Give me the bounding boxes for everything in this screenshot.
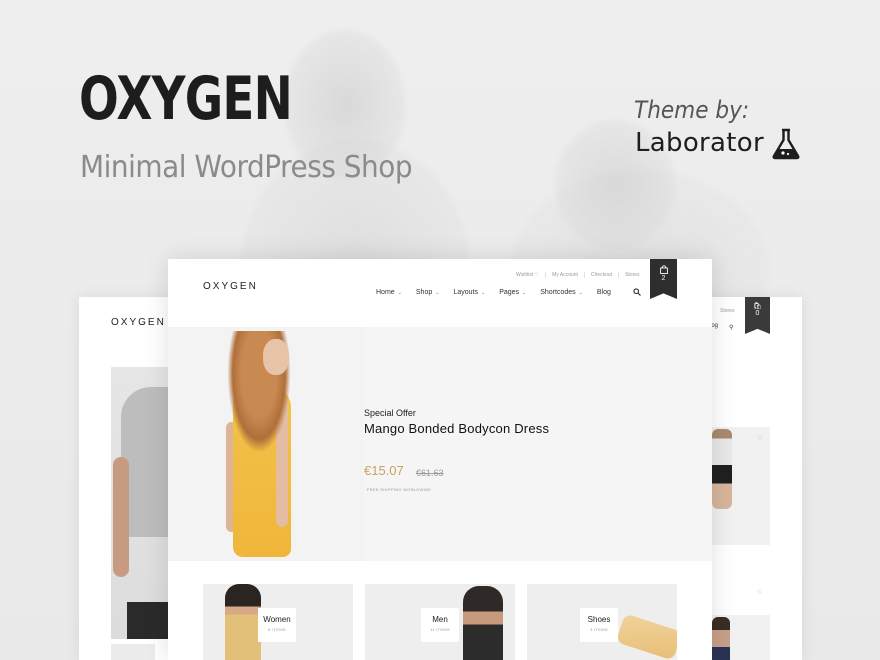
category-count: 8 ITEMS: [268, 627, 286, 632]
category-label: Men 11 ITEMS: [421, 608, 459, 642]
category-photo: [615, 613, 677, 660]
category-label: Shoes 3 ITEMS: [580, 608, 618, 642]
category-count: 11 ITEMS: [430, 627, 450, 632]
chevron-down-icon: ⌄: [480, 290, 486, 296]
hero-photo: [168, 327, 363, 561]
category-name: Women: [263, 615, 291, 624]
nav-label: Pages: [499, 289, 520, 296]
product-thumbnail[interactable]: [111, 644, 155, 660]
cart-button[interactable]: 2: [650, 259, 677, 299]
nav-label: Home: [376, 289, 395, 296]
main-nav: Home ⌄ Shop ⌄ Layouts ⌄ Pages ⌄ Shortcodes ⌄ …: [376, 289, 625, 296]
nav-label: Shop: [415, 289, 433, 296]
price-current: €15.07: [364, 463, 404, 478]
bag-icon: [659, 265, 668, 274]
hero-label: Special Offer: [364, 408, 416, 418]
model-arm: [113, 457, 129, 577]
category-card-women[interactable]: Women 8 ITEMS: [203, 584, 353, 660]
top-links: Wishlist ♡ My Account Checkout Stores: [510, 272, 646, 278]
search-icon[interactable]: [633, 288, 641, 296]
nav-item-layouts[interactable]: Layouts ⌄: [453, 289, 485, 296]
top-link-my-account[interactable]: My Account: [546, 272, 585, 278]
price-old: €61.63: [416, 468, 444, 478]
site-logo[interactable]: OXYGEN: [203, 281, 258, 292]
theme-by-label: Theme by:: [634, 96, 750, 124]
top-link-stores[interactable]: Stores: [720, 308, 734, 314]
nav-item-blog[interactable]: Blog: [597, 289, 611, 296]
category-name: Men: [432, 615, 448, 624]
flask-icon: [772, 128, 800, 160]
product-photo: [712, 429, 732, 509]
category-photo: [225, 584, 261, 660]
nav-item-pages[interactable]: Pages ⌄: [499, 289, 526, 296]
category-card-shoes[interactable]: Shoes 3 ITEMS: [527, 584, 677, 660]
model-head: [263, 339, 289, 375]
nav-label: Blog: [596, 289, 611, 296]
preview-panel-main: OXYGEN Wishlist ♡ My Account Checkout St…: [168, 259, 712, 660]
brand-title: OXYGEN: [79, 64, 293, 134]
chevron-down-icon: ⌄: [578, 290, 583, 296]
cart-count: 0: [755, 310, 760, 317]
shipping-note: FREE SHIPPING WORLDWIDE: [367, 487, 432, 492]
nav-item-shop[interactable]: Shop ⌄: [416, 289, 440, 296]
brand-subtitle: Minimal WordPress Shop: [80, 150, 413, 185]
category-card-men[interactable]: Men 11 ITEMS: [365, 584, 515, 660]
author-name: Laborator: [635, 128, 764, 158]
category-photo: [463, 586, 503, 660]
wishlist-icon[interactable]: ♡: [757, 435, 762, 442]
category-label: Women 8 ITEMS: [258, 608, 296, 642]
chevron-down-icon: ⌄: [522, 290, 527, 296]
nav-label: Shortcodes: [540, 289, 576, 296]
hero-product-title[interactable]: Mango Bonded Bodycon Dress: [364, 421, 549, 436]
nav-label: Layouts: [453, 289, 478, 296]
nav-item-home[interactable]: Home ⌄: [376, 289, 402, 296]
top-link-checkout[interactable]: Checkout: [585, 272, 620, 278]
preview-panel-right: Stores log ⚲ 🛍︎ 0 ♡ ♡: [700, 297, 802, 660]
nav-item-shortcodes[interactable]: Shortcodes ⌄: [540, 289, 583, 296]
category-count: 3 ITEMS: [590, 627, 608, 632]
bag-icon: 🛍︎: [753, 303, 762, 310]
wishlist-icon[interactable]: ♡: [757, 589, 762, 596]
category-name: Shoes: [587, 615, 611, 624]
top-link-wishlist[interactable]: Wishlist ♡: [510, 272, 547, 278]
site-logo[interactable]: OXYGEN: [111, 317, 166, 328]
chevron-down-icon: ⌄: [435, 290, 440, 296]
cart-button[interactable]: 🛍︎ 0: [745, 297, 770, 334]
chevron-down-icon: ⌄: [397, 290, 402, 296]
cart-count: 2: [661, 275, 666, 282]
preview-panel-left: OXYGEN: [79, 297, 179, 660]
top-link-stores[interactable]: Stores: [619, 272, 645, 278]
product-photo: [712, 617, 730, 660]
search-icon[interactable]: ⚲: [729, 324, 733, 331]
hero-banner[interactable]: Special Offer Mango Bonded Bodycon Dress…: [168, 327, 712, 561]
